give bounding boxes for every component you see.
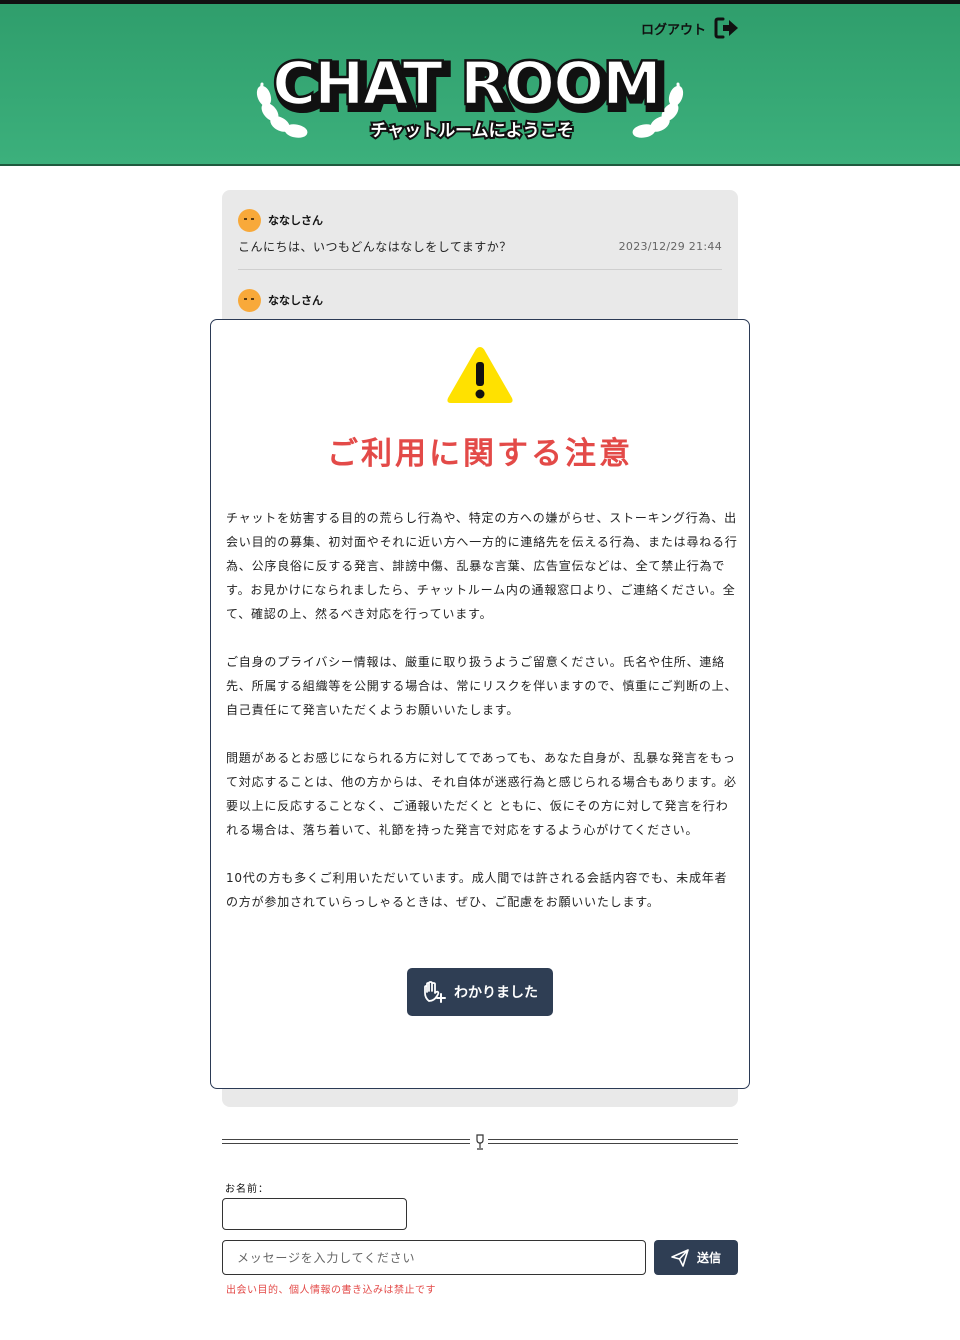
send-icon [671, 1248, 689, 1267]
logo-subtitle: チャットルームにようこそ [370, 121, 573, 141]
message-username: ななしさん [268, 214, 323, 227]
logout-button[interactable]: ログアウト [641, 16, 740, 40]
logo-title-fill: CHAT ROOM [272, 49, 660, 119]
modal-title: ご利用に関する注意 [327, 436, 633, 472]
wine-glass-icon [476, 1134, 484, 1150]
message-divider [238, 269, 722, 270]
chat-message: ななしさん [238, 288, 722, 312]
logout-label: ログアウト [640, 22, 706, 38]
hand-icon [424, 981, 446, 1003]
logout-icon [714, 17, 738, 39]
notice-paragraph: 10代の方も多くご利用いただいています。成人間では許される会話内容でも、未成年者… [226, 871, 728, 909]
name-label: お名前： [225, 1184, 269, 1195]
name-input[interactable] [222, 1198, 407, 1230]
chat-message: ななしさん こんにちは、いつもどんなはなしをしてますか？ 2023/12/29 … [238, 208, 722, 270]
usage-notice-modal: ご利用に関する注意 チャットを妨害する目的の荒らし行為や、特定の方への嫌がらせ、… [210, 319, 750, 1089]
send-label: 送信 [696, 1251, 721, 1265]
avatar [238, 288, 261, 312]
understood-button[interactable]: わかりました [407, 968, 553, 1016]
send-button[interactable]: 送信 [654, 1240, 738, 1275]
posting-rule-notice: 出会い目的、個人情報の書き込みは禁止です [226, 1285, 436, 1296]
message-input[interactable] [222, 1240, 646, 1275]
notice-paragraph: 問題があるとお感じになられる方に対してであっても、あなた自身が、乱暴な発言をもっ… [226, 751, 737, 837]
notice-paragraph: チャットを妨害する目的の荒らし行為や、特定の方への嫌がらせ、ストーキング行為、出… [226, 511, 738, 621]
chat-room-logo: CHAT ROOM CHAT ROOM チャットルームにようこそ [256, 48, 684, 143]
message-text: こんにちは、いつもどんなはなしをしてますか？ [238, 240, 512, 254]
section-divider [222, 1134, 738, 1150]
message-time: 2023/12/29 21:44 [618, 240, 722, 253]
avatar [238, 208, 261, 232]
understood-label: わかりました [454, 985, 538, 1001]
header: ログアウト CHAT ROOM CHAT ROOM チャットルームにようこそ [0, 0, 960, 166]
modal-body: チャットを妨害する目的の荒らし行為や、特定の方への嫌がらせ、ストーキング行為、出… [226, 506, 738, 938]
notice-paragraph: ご自身のプライバシー情報は、厳重に取り扱うようご留意ください。氏名や住所、連絡先… [226, 655, 738, 717]
warning-icon [447, 347, 513, 403]
message-username: ななしさん [268, 294, 323, 307]
